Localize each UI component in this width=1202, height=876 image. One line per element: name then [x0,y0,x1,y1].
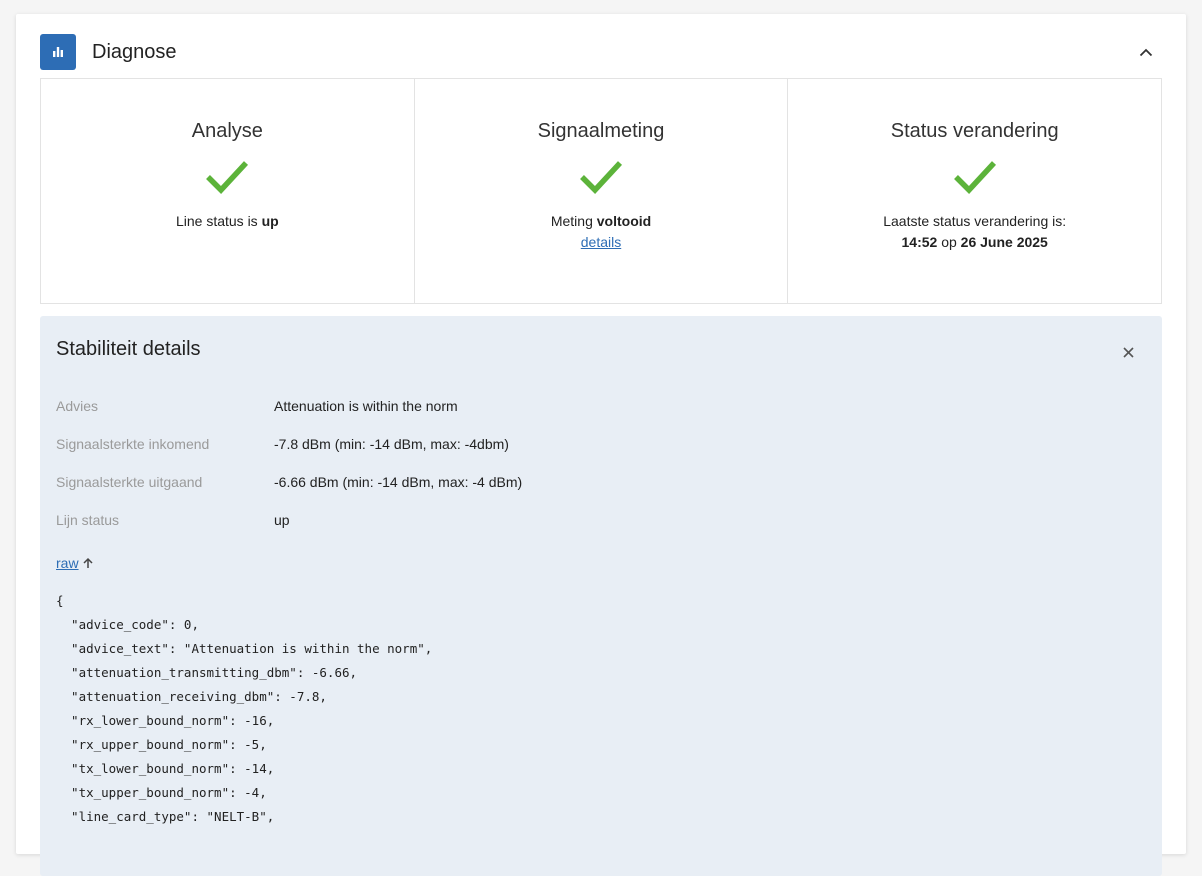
row-value: up [274,512,290,528]
raw-link[interactable]: raw [56,555,79,571]
raw-toggle[interactable]: raw [56,555,94,571]
details-rows: Advies Attenuation is within the norm Si… [56,398,1136,550]
tile-status-text: Meting voltooid [551,211,651,232]
status-prefix: Meting [550,213,597,229]
row-label: Advies [56,398,99,414]
detail-row-inkomend: Signaalsterkte inkomend -7.8 dBm (min: -… [56,436,1136,474]
detail-row-lijn-status: Lijn status up [56,512,1136,550]
checkmark-icon [206,161,249,194]
tile-status-text: Line status is up [176,211,279,232]
json-line: "attenuation_transmitting_dbm": -6.66, [56,665,358,680]
checkmark-icon [953,161,996,194]
card-header: Diagnose [40,34,1162,70]
row-value: -6.66 dBm (min: -14 dBm, max: -4 dBm) [274,474,523,490]
row-label: Signaalsterkte inkomend [56,436,210,452]
status-value: up [261,213,279,229]
status-prefix: Line status is [175,213,262,229]
json-line: { [56,593,64,608]
stability-details-panel: Stabiliteit details Advies Attenuation i… [40,316,1162,876]
last-change-time: 14:52 [901,234,938,250]
status-value: voltooid [596,213,652,229]
arrow-up-icon [83,557,93,568]
json-line: "tx_upper_bound_norm": -4, [56,785,267,800]
checkmark-icon [580,161,623,194]
detail-row-advies: Advies Attenuation is within the norm [56,398,1136,436]
json-line: "rx_upper_bound_norm": -5, [56,737,267,752]
last-change-label: Laatste status verandering is: [883,213,1067,229]
row-value: Attenuation is within the norm [274,398,458,414]
tile-status-verandering: Status verandering Laatste status verand… [788,79,1161,303]
last-change-date: 26 June 2025 [960,234,1048,250]
status-tiles: Analyse Line status is up Signaalmeting … [40,78,1162,304]
json-line: "advice_code": 0, [56,617,199,632]
tile-title: Signaalmeting [537,120,665,142]
card-title: Diagnose [92,40,177,63]
last-change-op: op [937,234,961,250]
row-label: Lijn status [56,512,120,528]
json-line: "attenuation_receiving_dbm": -7.8, [56,689,327,704]
tile-status-text: Laatste status verandering is: 14:52 op … [883,211,1066,253]
tile-title: Status verandering [890,120,1059,142]
details-link[interactable]: details [581,232,621,253]
tile-analyse: Analyse Line status is up [41,79,415,303]
tile-signaalmeting: Signaalmeting Meting voltooid details [415,79,789,303]
json-line: "advice_text": "Attenuation is within th… [56,641,433,656]
raw-json-block: { "advice_code": 0, "advice_text": "Atte… [56,593,432,833]
diagnose-card: Diagnose Analyse Line status is up Signa… [16,14,1186,876]
chevron-up-icon[interactable] [1134,40,1158,64]
detail-row-uitgaand: Signaalsterkte uitgaand -6.66 dBm (min: … [56,474,1136,512]
last-change-value: 14:52 op 26 June 2025 [883,232,1066,253]
bar-chart-icon [40,34,76,70]
row-label: Signaalsterkte uitgaand [56,474,203,490]
json-line: "tx_lower_bound_norm": -14, [56,761,275,776]
tile-title: Analyse [191,120,263,142]
panel-title: Stabiliteit details [56,338,201,360]
json-line: "line_card_type": "NELT-B", [56,809,275,824]
close-icon[interactable] [1118,342,1138,362]
json-line: "rx_lower_bound_norm": -16, [56,713,275,728]
row-value: -7.8 dBm (min: -14 dBm, max: -4dbm) [274,436,509,452]
